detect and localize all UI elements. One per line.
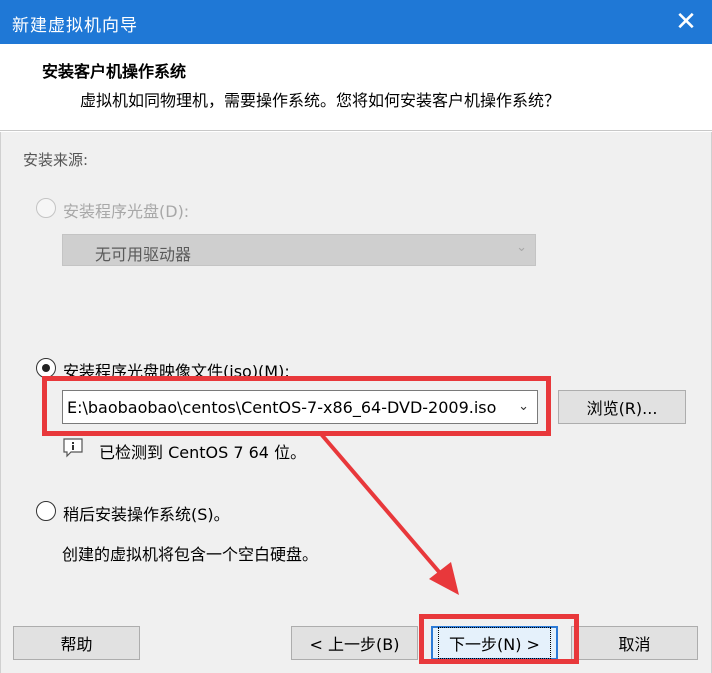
- title-bar: 新建虚拟机向导 ✕: [0, 0, 712, 44]
- wizard-content: 安装来源: 安装程序光盘(D): 无可用驱动器 ⌄ 安装程序光盘映像文件(iso…: [0, 132, 712, 673]
- page-subtitle: 虚拟机如同物理机，需要操作系统。您将如何安装客户机操作系统？: [80, 91, 561, 110]
- wizard-header: 安装客户机操作系统 虚拟机如同物理机，需要操作系统。您将如何安装客户机操作系统？: [0, 44, 712, 131]
- page-title: 安装客户机操作系统: [42, 62, 187, 81]
- window-title: 新建虚拟机向导: [12, 16, 138, 36]
- close-icon[interactable]: ✕: [660, 0, 712, 44]
- annotation-arrow: [319, 432, 459, 595]
